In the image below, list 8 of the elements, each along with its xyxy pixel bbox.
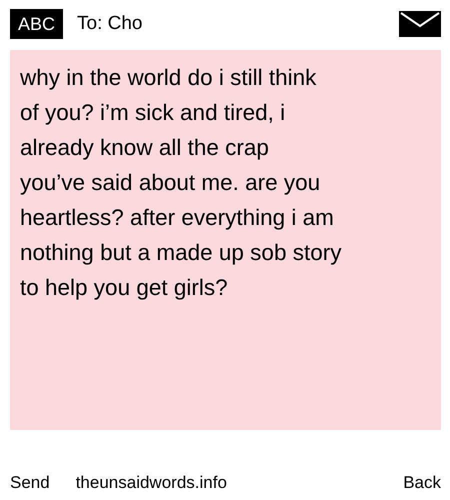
input-mode-badge: ABC [10, 8, 64, 38]
site-link[interactable]: theunsaidwords.info [76, 473, 227, 493]
message-box[interactable] [10, 50, 441, 430]
back-button[interactable]: Back [403, 473, 441, 493]
send-button[interactable]: Send [10, 473, 50, 493]
message-text: why in the world do i still think of you? i’m sick and tired, i already know all the crap you’ve said about me. are you heartless? after everything i am nothing but a made up sob story to help you get girls? [20, 64, 342, 302]
recipient-label: To: Cho [77, 12, 142, 34]
envelope-icon[interactable] [399, 10, 441, 36]
